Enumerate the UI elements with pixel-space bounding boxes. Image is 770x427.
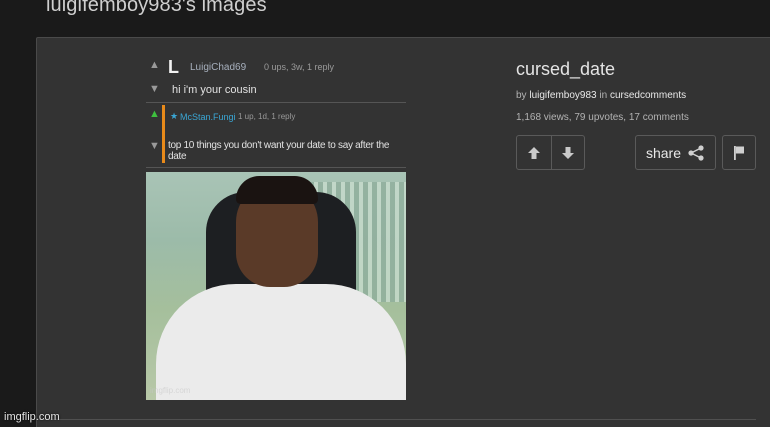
comment-text: hi i'm your cousin — [172, 84, 257, 96]
l-logo-icon: L — [168, 57, 179, 77]
post-attribution: by luigifemboy983 in cursedcomments — [516, 90, 686, 101]
post-title: cursed_date — [516, 59, 616, 79]
reply-indicator — [162, 105, 165, 163]
in-word: in — [596, 90, 610, 101]
flag-button[interactable] — [722, 135, 756, 170]
image-watermark: imgflip.com — [150, 386, 191, 395]
downvote-button[interactable] — [550, 136, 585, 169]
vote-buttons — [516, 135, 585, 170]
comment-downvote-icon: ▼ — [149, 83, 160, 95]
reply-meta: 1 up, 1d, 1 reply — [238, 112, 296, 121]
downvote-icon — [561, 146, 574, 159]
comment-upvote-icon: ▲ — [149, 59, 160, 71]
comment-username: LuigiChad69 — [190, 62, 247, 73]
person-hair — [236, 176, 318, 204]
share-label: share — [645, 144, 682, 161]
reply-text: top 10 things you don't want your date t… — [168, 140, 390, 162]
comment-screenshot: ▲ ▼ L LuigiChad69 0 ups, 3w, 1 reply hi … — [146, 57, 406, 172]
share-button[interactable]: share — [635, 135, 716, 170]
by-prefix: by — [516, 90, 530, 101]
upvote-button[interactable] — [517, 136, 551, 169]
star-icon: ★ — [170, 111, 179, 121]
divider — [146, 102, 406, 103]
reply-upvote-icon: ▲ — [149, 108, 160, 120]
stream-link[interactable]: cursedcomments — [610, 90, 686, 101]
reply-username: McStan.Fungi — [180, 112, 236, 122]
reaction-photo: imgflip.com — [146, 172, 406, 400]
flag-icon — [734, 145, 744, 160]
page-title: luigifemboy983's images — [46, 0, 267, 16]
post-stats: 1,168 views, 79 upvotes, 17 comments — [516, 112, 689, 123]
author-link[interactable]: luigifemboy983 — [529, 90, 596, 101]
meme-image[interactable]: ▲ ▼ L LuigiChad69 0 ups, 3w, 1 reply hi … — [146, 57, 406, 400]
panel-divider — [36, 419, 756, 420]
divider — [146, 167, 406, 168]
reply-downvote-icon: ▼ — [149, 140, 160, 152]
share-icon — [688, 144, 704, 161]
imgflip-watermark: imgflip.com — [4, 411, 60, 423]
upvote-icon — [527, 146, 540, 159]
comment-meta: 0 ups, 3w, 1 reply — [264, 62, 335, 72]
shirt — [156, 284, 406, 400]
